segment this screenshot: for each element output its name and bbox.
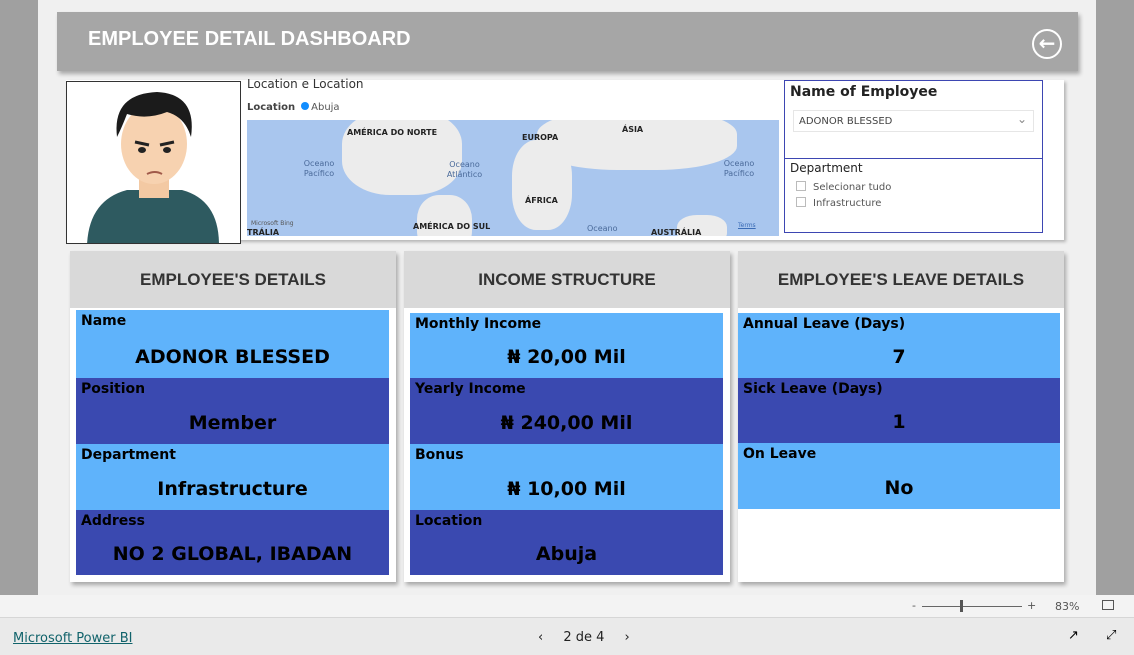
- detail-row: Location Abuja: [410, 510, 723, 575]
- checkbox-icon: [796, 181, 806, 191]
- department-option[interactable]: Selecionar tudo: [796, 181, 891, 193]
- field-label: Sick Leave (Days): [743, 381, 883, 397]
- detail-row: On Leave No: [738, 443, 1060, 509]
- fullscreen-icon[interactable]: ⤢: [1106, 628, 1116, 643]
- detail-row: Sick Leave (Days) 1: [738, 378, 1060, 443]
- field-value: ₦ 20,00 Mil: [507, 346, 626, 368]
- field-label: Monthly Income: [415, 316, 542, 332]
- field-value: 7: [892, 346, 906, 368]
- map-label: ÁFRICA: [525, 196, 558, 205]
- field-label: Yearly Income: [415, 381, 526, 397]
- prev-page-icon[interactable]: ‹: [538, 630, 543, 645]
- income-structure-card: INCOME STRUCTURE Monthly Income ₦ 20,00 M…: [404, 251, 730, 582]
- page-navigator: ‹ 2 de 4 ›: [538, 630, 630, 645]
- field-label: Location: [415, 513, 483, 529]
- zoom-bar: - + 83%: [0, 595, 1134, 618]
- map-title: Location e Location: [247, 77, 364, 91]
- field-value: ₦ 10,00 Mil: [507, 478, 626, 500]
- map-label: Oceano Pacífico: [303, 159, 335, 178]
- field-value: Member: [188, 412, 277, 434]
- map-label: AMÉRICA DO SUL: [413, 222, 491, 231]
- zoom-out-button[interactable]: -: [912, 599, 916, 612]
- chevron-down-icon: ⌄: [1016, 112, 1027, 126]
- field-label: On Leave: [743, 446, 817, 462]
- field-label: Bonus: [415, 447, 464, 463]
- field-label: Name: [81, 313, 127, 329]
- field-value: Abuja: [535, 543, 598, 565]
- map-label: Oceano: [587, 224, 618, 233]
- field-label: Position: [81, 381, 146, 397]
- detail-row: Name ADONOR BLESSED: [76, 310, 389, 378]
- card-title: INCOME STRUCTURE: [404, 251, 730, 308]
- field-label: Annual Leave (Days): [743, 316, 906, 332]
- map-label: AUSTRÁLIA: [651, 228, 702, 236]
- detail-row: Annual Leave (Days) 7: [738, 313, 1060, 378]
- slicer-panel: Name of Employee ADONOR BLESSED ⌄ Departm…: [784, 80, 1043, 233]
- map-label: TRÁLIA: [247, 228, 280, 236]
- map-label: ÁSIA: [622, 125, 644, 134]
- fit-page-icon[interactable]: [1102, 600, 1114, 610]
- detail-row: Department Infrastructure: [76, 444, 389, 510]
- zoom-level: 83%: [1055, 600, 1080, 613]
- map-label: Oceano Atlântico: [446, 160, 483, 179]
- map-label: Abuja: [311, 102, 340, 113]
- card-title: EMPLOYEE'S LEAVE DETAILS: [738, 251, 1064, 308]
- employee-dropdown[interactable]: ADONOR BLESSED ⌄: [793, 110, 1034, 132]
- map-legend: Location Abuja: [247, 102, 340, 113]
- employee-details-card: EMPLOYEE'S DETAILS Name ADONOR BLESSED Po…: [70, 251, 396, 582]
- field-value: Infrastructure: [157, 478, 308, 500]
- map-label: AMÉRICA DO NORTE: [347, 128, 438, 137]
- detail-row: Bonus ₦ 10,00 Mil: [410, 444, 723, 510]
- legend-dot-icon: [301, 102, 310, 110]
- field-label: Address: [81, 513, 145, 529]
- field-value: NO 2 GLOBAL, IBADAN: [112, 543, 353, 565]
- employee-slicer-title: Name of Employee: [790, 84, 938, 100]
- power-bi-link[interactable]: Microsoft Power BI: [13, 631, 132, 646]
- map-label: EUROPA: [522, 133, 559, 142]
- map-label: Microsoft Bing: [251, 220, 294, 227]
- next-page-icon[interactable]: ›: [625, 630, 630, 645]
- field-value: ₦ 240,00 Mil: [500, 412, 633, 434]
- leave-details-card: EMPLOYEE'S LEAVE DETAILS Annual Leave (D…: [738, 251, 1064, 582]
- map-label: Location: [247, 102, 296, 113]
- dashboard-header: EMPLOYEE DETAIL DASHBOARD ←: [57, 12, 1078, 71]
- location-map[interactable]: AMÉRICA DO NORTE EUROPA ÁSIA ÁFRICA AMÉR…: [247, 120, 779, 236]
- back-arrow-icon[interactable]: ←: [1032, 29, 1062, 59]
- card-title: EMPLOYEE'S DETAILS: [70, 251, 396, 308]
- zoom-slider[interactable]: [922, 606, 1022, 607]
- footer: Microsoft Power BI ‹ 2 de 4 › ↗ ⤢: [0, 618, 1134, 655]
- employee-name: ADONOR BLESSED: [135, 346, 330, 368]
- detail-row: Address NO 2 GLOBAL, IBADAN: [76, 510, 389, 575]
- detail-row: Yearly Income ₦ 240,00 Mil: [410, 378, 723, 444]
- checkbox-icon: [796, 197, 806, 207]
- field-value: 1: [892, 411, 906, 433]
- zoom-slider-handle[interactable]: [960, 600, 963, 612]
- detail-row: Monthly Income ₦ 20,00 Mil: [410, 313, 723, 378]
- detail-row: Position Member: [76, 378, 389, 444]
- map-label: Oceano Pacífico: [723, 159, 755, 178]
- department-option[interactable]: Infrastructure: [796, 197, 881, 209]
- zoom-in-button[interactable]: +: [1027, 599, 1036, 612]
- employee-avatar: [66, 81, 241, 244]
- share-icon[interactable]: ↗: [1068, 628, 1079, 643]
- page-indicator: 2 de 4: [563, 630, 605, 645]
- department-slicer-title: Department: [790, 161, 863, 175]
- field-label: Department: [81, 447, 176, 463]
- page-title: EMPLOYEE DETAIL DASHBOARD: [88, 28, 411, 50]
- terms-link[interactable]: Terms: [738, 222, 756, 229]
- field-value: No: [884, 477, 914, 499]
